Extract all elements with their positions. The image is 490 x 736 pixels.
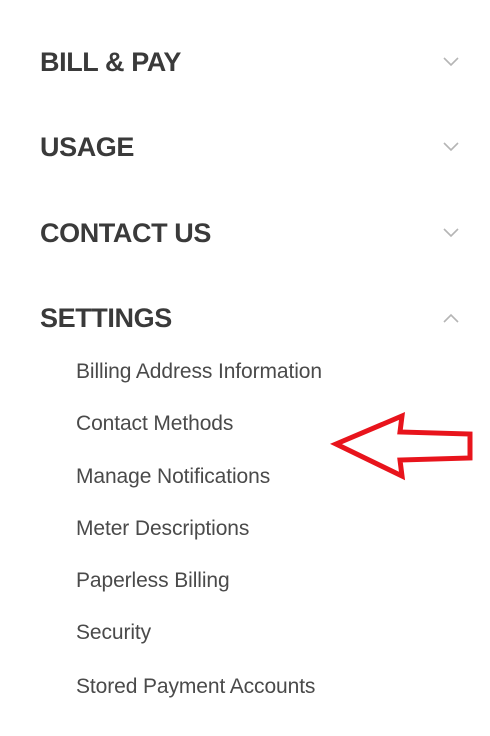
- chevron-up-icon[interactable]: [442, 309, 460, 327]
- settings-item-manage-notifications[interactable]: Manage Notifications: [76, 463, 270, 491]
- settings-item-security[interactable]: Security: [76, 619, 151, 647]
- settings-item-stored-payment-accounts[interactable]: Stored Payment Accounts: [76, 673, 315, 701]
- section-settings[interactable]: SETTINGS: [40, 298, 470, 338]
- chevron-down-icon[interactable]: [442, 138, 460, 156]
- chevron-down-icon[interactable]: [442, 224, 460, 242]
- section-title-bill-pay: BILL & PAY: [40, 47, 182, 77]
- red-arrow-annotation-icon: [330, 412, 473, 481]
- section-usage[interactable]: USAGE: [40, 127, 470, 167]
- account-nav-menu: BILL & PAY USAGE CONTACT US SETTINGS Bil…: [0, 0, 490, 736]
- settings-item-contact-methods[interactable]: Contact Methods: [76, 410, 233, 438]
- section-title-contact-us: CONTACT US: [40, 218, 211, 248]
- section-title-settings: SETTINGS: [40, 303, 172, 333]
- chevron-down-icon[interactable]: [442, 53, 460, 71]
- settings-item-paperless-billing[interactable]: Paperless Billing: [76, 567, 230, 595]
- settings-item-meter-descriptions[interactable]: Meter Descriptions: [76, 515, 249, 543]
- section-contact-us[interactable]: CONTACT US: [40, 213, 470, 253]
- section-title-usage: USAGE: [40, 132, 135, 162]
- section-bill-pay[interactable]: BILL & PAY: [40, 42, 470, 82]
- settings-item-billing-address[interactable]: Billing Address Information: [76, 358, 322, 386]
